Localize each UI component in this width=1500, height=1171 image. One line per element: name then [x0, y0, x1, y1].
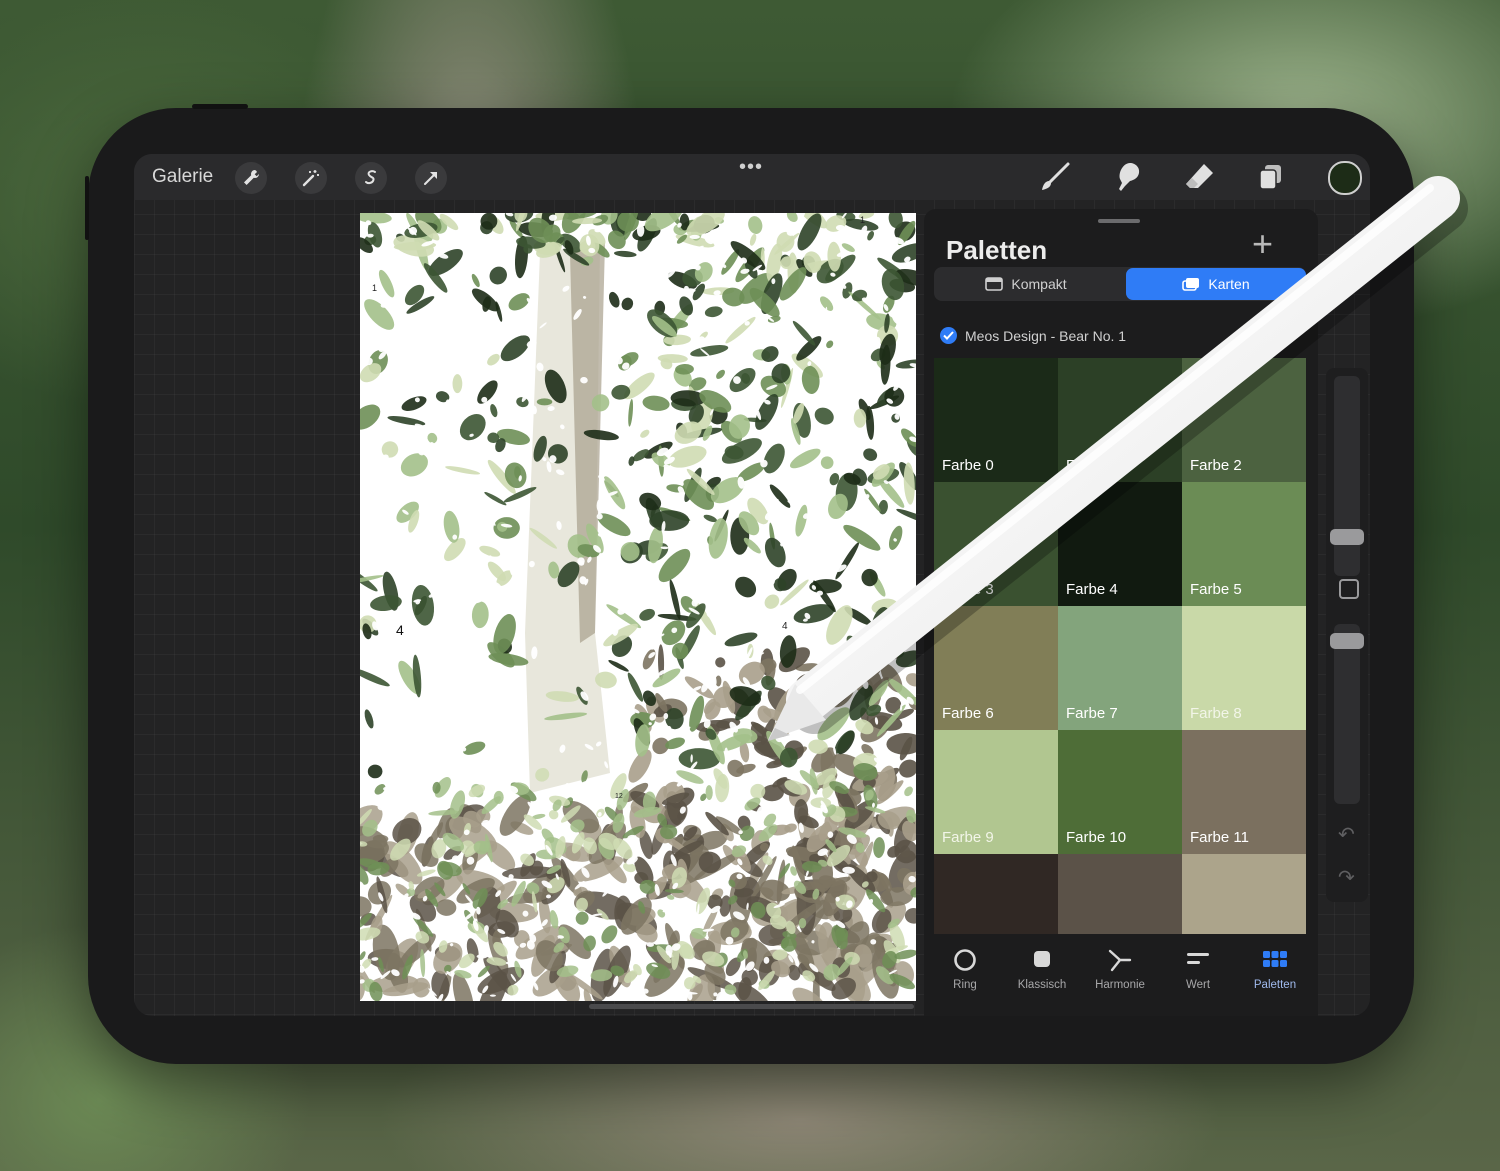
- magic-wand-icon: [302, 170, 319, 187]
- transform-arrow-icon: [424, 172, 437, 185]
- opacity-thumb[interactable]: [1330, 633, 1364, 649]
- tab-palettes[interactable]: Paletten: [1236, 947, 1314, 991]
- add-palette-button[interactable]: +: [1252, 223, 1273, 265]
- swatch-label: Farbe 0: [942, 457, 994, 474]
- color-swatch[interactable]: Farbe 8: [1182, 606, 1306, 730]
- cards-view-icon: [1182, 278, 1200, 291]
- transform-button[interactable]: [415, 162, 447, 194]
- canvas-scrollbar[interactable]: [589, 1004, 914, 1009]
- brush-size-slider[interactable]: [1334, 376, 1360, 576]
- swatch-label: Farbe 3: [942, 581, 994, 598]
- opacity-slider[interactable]: [1334, 624, 1360, 804]
- swatch-label: Farbe 6: [942, 705, 994, 722]
- value-icon: [1187, 953, 1209, 964]
- swatch-label: Farbe 1: [1066, 457, 1118, 474]
- brush-icon[interactable]: [1038, 160, 1072, 194]
- layers-icon[interactable]: [1254, 160, 1288, 194]
- device-side-button: [85, 176, 89, 240]
- view-toggle: Kompakt Karten: [934, 267, 1306, 301]
- color-swatch[interactable]: Farbe 11: [1182, 730, 1306, 854]
- tab-value-label: Wert: [1185, 979, 1211, 991]
- swatch-label: Farbe 4: [1066, 581, 1118, 598]
- tab-value[interactable]: Wert: [1159, 947, 1237, 991]
- gallery-button[interactable]: Galerie: [152, 166, 213, 188]
- color-panel: Paletten + Kompakt Karten Meos Design - …: [924, 209, 1318, 1016]
- procreate-screen: Galerie ••• 1 1 4 4 12 ↶ ↷ Paletten + Ko…: [134, 154, 1370, 1016]
- view-cards-button[interactable]: Karten: [1126, 268, 1306, 300]
- palettes-icon: [1263, 951, 1287, 967]
- tab-classic[interactable]: Klassisch: [1003, 947, 1081, 991]
- top-toolbar: Galerie •••: [134, 154, 1370, 200]
- color-swatch[interactable]: Farbe 4: [1058, 482, 1182, 606]
- brush-size-thumb[interactable]: [1330, 529, 1364, 545]
- redo-icon[interactable]: ↷: [1338, 865, 1355, 890]
- ring-icon: [954, 949, 976, 971]
- tab-palettes-label: Paletten: [1253, 979, 1297, 991]
- tab-ring[interactable]: Ring: [926, 947, 1004, 991]
- canvas-number: 4: [782, 621, 788, 632]
- swatch-label: Farbe 11: [1190, 829, 1249, 846]
- panel-grabber[interactable]: [1098, 219, 1140, 223]
- compact-view-icon: [985, 277, 1004, 291]
- brush-sidebar: ↶ ↷: [1326, 368, 1368, 902]
- color-swatch[interactable]: Farbe 10: [1058, 730, 1182, 854]
- wrench-icon: [244, 170, 259, 185]
- color-swatch[interactable]: Farbe 7: [1058, 606, 1182, 730]
- current-color-button[interactable]: [1328, 161, 1362, 195]
- tab-harmony-label: Harmonie: [1095, 979, 1145, 991]
- color-swatch[interactable]: [1182, 854, 1306, 934]
- color-swatch[interactable]: Farbe 5: [1182, 482, 1306, 606]
- artwork-canvas[interactable]: 1 1 4 4 12: [360, 213, 916, 1001]
- swatch-label: Farbe 7: [1066, 705, 1118, 722]
- default-palette-check-icon: [940, 327, 957, 344]
- swatch-label: Farbe 5: [1190, 581, 1242, 598]
- canvas-number: 1: [860, 215, 865, 225]
- canvas-number: 12: [615, 793, 623, 800]
- swatch-label: Farbe 2: [1190, 457, 1242, 474]
- canvas-number: 4: [396, 622, 404, 638]
- swatch-label: Farbe 10: [1066, 829, 1127, 846]
- smudge-icon[interactable]: [1110, 160, 1144, 194]
- swatch-grid: Farbe 0 Farbe 1 Farbe 2 Farbe 3 Farbe 4 Farbe…: [934, 358, 1306, 934]
- view-cards-label: Karten: [1208, 276, 1250, 292]
- tab-harmony[interactable]: Harmonie: [1081, 947, 1159, 991]
- adjustments-button[interactable]: [295, 162, 327, 194]
- swatch-label: Farbe 8: [1190, 705, 1242, 722]
- color-swatch[interactable]: Farbe 2: [1182, 358, 1306, 482]
- color-swatch[interactable]: Farbe 6: [934, 606, 1058, 730]
- harmony-icon: [1108, 949, 1132, 972]
- device-top-button: [192, 104, 248, 109]
- color-swatch[interactable]: Farbe 3: [934, 482, 1058, 606]
- eraser-icon[interactable]: [1182, 160, 1216, 194]
- modify-button[interactable]: [1339, 579, 1359, 599]
- tab-classic-label: Klassisch: [1017, 979, 1067, 991]
- color-swatch[interactable]: Farbe 9: [934, 730, 1058, 854]
- classic-icon: [1034, 951, 1050, 967]
- view-compact-label: Kompakt: [1011, 276, 1067, 292]
- paint-by-number-artwork: 1 1 4 4 12: [360, 213, 916, 1001]
- color-swatch[interactable]: [1058, 854, 1182, 934]
- color-swatch[interactable]: [934, 854, 1058, 934]
- palette-header[interactable]: Meos Design - Bear No. 1: [940, 327, 1126, 344]
- canvas-number: 1: [372, 283, 377, 293]
- selection-button[interactable]: [355, 162, 387, 194]
- palette-name: Meos Design - Bear No. 1: [965, 327, 1127, 344]
- actions-button[interactable]: [235, 162, 267, 194]
- selection-icon: [365, 170, 376, 185]
- color-swatch[interactable]: Farbe 0: [934, 358, 1058, 482]
- view-compact-button[interactable]: Kompakt: [936, 268, 1116, 300]
- color-mode-tabs: Ring Klassisch Harmonie Wert Paletten: [924, 935, 1318, 1016]
- color-swatch[interactable]: Farbe 1: [1058, 358, 1182, 482]
- more-options-button[interactable]: •••: [739, 156, 763, 179]
- panel-title: Paletten: [946, 235, 1048, 265]
- swatch-label: Farbe 9: [942, 829, 994, 846]
- undo-icon[interactable]: ↶: [1338, 822, 1355, 847]
- tab-ring-label: Ring: [953, 979, 977, 991]
